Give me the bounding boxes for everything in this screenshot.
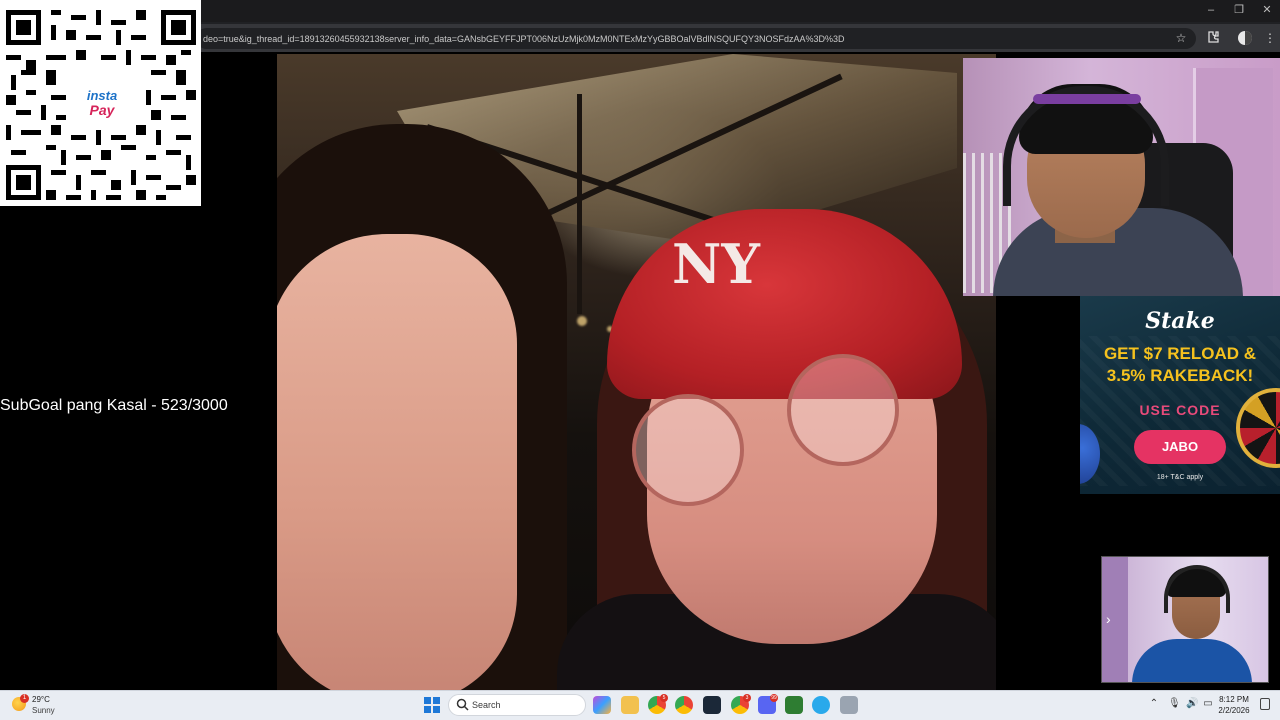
copilot-icon[interactable] <box>593 696 611 714</box>
main-video-feed: NY <box>277 54 996 690</box>
battery-icon[interactable]: ▭ <box>1202 698 1214 710</box>
clock-date[interactable]: 2/2/2026 <box>1214 706 1254 716</box>
instapay-logo: insta Pay <box>78 84 126 124</box>
person-left-face <box>277 234 517 690</box>
glasses-left-lens <box>632 394 744 506</box>
steam-icon[interactable] <box>703 696 721 714</box>
app-icon[interactable] <box>785 696 803 714</box>
chevron-right-icon: › <box>1106 611 1111 627</box>
volume-icon[interactable]: 🔊 <box>1186 698 1198 710</box>
address-bar-url[interactable]: deo=true&ig_thread_id=18913260455932138s… <box>203 33 1163 45</box>
ad-terms-text: 18+ T&C apply <box>1156 474 1204 481</box>
app-icon[interactable] <box>840 696 858 714</box>
streamer-webcam-small: › <box>1101 556 1269 683</box>
promo-code-button[interactable]: JABO <box>1134 430 1226 464</box>
clock-time[interactable]: 8:12 PM <box>1214 695 1254 705</box>
bookmark-star-icon[interactable]: ☆ <box>1173 30 1189 46</box>
chrome-profile-icon[interactable] <box>675 696 693 714</box>
qr-code-panel: insta Pay <box>0 0 201 206</box>
video-background-light <box>577 316 587 326</box>
chevron-up-icon[interactable]: ⌃ <box>1148 698 1160 710</box>
subgoal-text: SubGoal pang Kasal - 523/3000 <box>0 397 228 414</box>
weather-badge: 1 <box>20 694 29 703</box>
streamer-webcam-large <box>963 58 1280 296</box>
notification-badge: 3 <box>743 694 751 702</box>
video-background-beam <box>577 94 582 314</box>
beanie-logo: NY <box>672 232 760 296</box>
stake-ad-banner[interactable]: Stake GET $7 RELOAD & 3.5% RAKEBACK! USE… <box>1080 296 1280 494</box>
windows-start-icon[interactable] <box>424 697 440 713</box>
notification-badge: 99 <box>770 694 778 702</box>
maximize-button[interactable]: ❐ <box>1232 4 1246 16</box>
screen: – ❐ ✕ deo=true&ig_thread_id=189132604559… <box>0 0 1280 720</box>
weather-temperature[interactable]: 29°C <box>32 695 50 705</box>
notification-center-icon[interactable] <box>1260 698 1270 710</box>
minimize-button[interactable]: – <box>1204 4 1218 16</box>
windows-taskbar <box>0 690 1280 720</box>
search-placeholder[interactable]: Search <box>472 700 501 711</box>
file-explorer-icon[interactable] <box>621 696 639 714</box>
headset-band <box>1033 94 1141 104</box>
red-beanie <box>607 209 962 399</box>
close-window-button[interactable]: ✕ <box>1260 4 1274 16</box>
ad-headline-line-2: 3.5% RAKEBACK! <box>1106 366 1254 385</box>
headset-icon <box>1003 86 1169 206</box>
weather-description[interactable]: Sunny <box>32 706 55 716</box>
instapay-logo-bottom: Pay <box>89 102 115 118</box>
notification-badge: 5 <box>660 694 668 702</box>
streamer-shirt <box>1132 639 1252 682</box>
ad-use-code-label: USE CODE <box>1139 402 1221 418</box>
browser-menu-icon[interactable]: ⋮ <box>1262 30 1278 46</box>
stake-logo: Stake <box>1145 308 1215 334</box>
extensions-icon[interactable] <box>1205 30 1221 46</box>
telegram-icon[interactable] <box>812 696 830 714</box>
ad-headline-line-1: GET $7 RELOAD & <box>1103 344 1257 363</box>
instapay-logo-top: insta <box>86 88 118 103</box>
microphone-icon[interactable]: 🎙 <box>1168 698 1181 710</box>
profile-avatar-icon[interactable] <box>1237 30 1253 46</box>
glasses-right-lens <box>787 354 899 466</box>
search-icon <box>456 698 469 711</box>
